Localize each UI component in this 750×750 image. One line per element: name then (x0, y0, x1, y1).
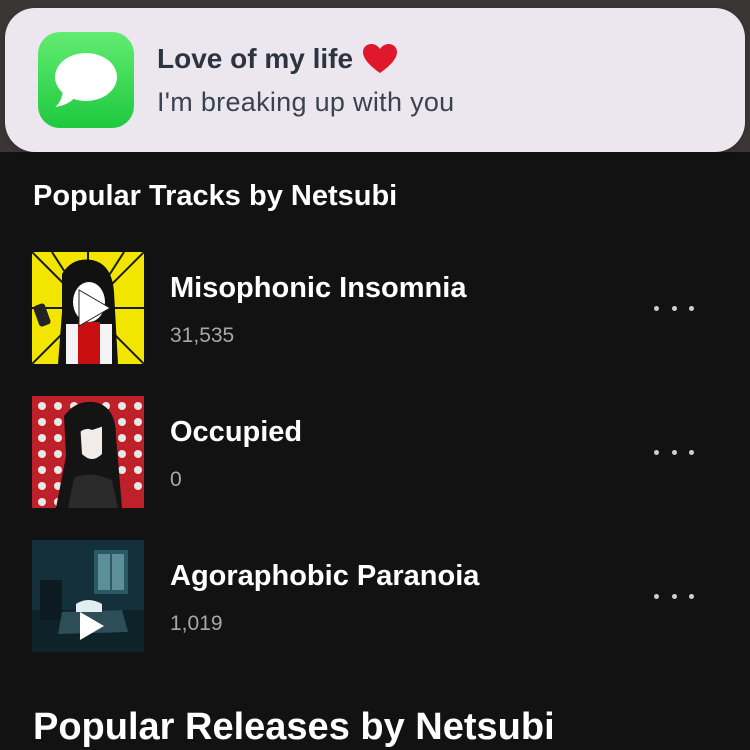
popular-tracks-list: Misophonic Insomnia 31,535 Occupied 0 Ag… (0, 252, 750, 684)
message-notification-banner[interactable]: Love of my life I'm breaking up with you (5, 8, 745, 152)
notification-sender: Love of my life (157, 42, 354, 74)
track-title[interactable]: Occupied (170, 416, 302, 449)
popular-releases-heading: Popular Releases by Netsubi (33, 706, 555, 748)
track-row[interactable]: Misophonic Insomnia 31,535 (0, 252, 750, 364)
track-row[interactable]: Occupied 0 (0, 396, 750, 508)
notification-message: I'm breaking up with you (157, 86, 455, 117)
more-options-icon[interactable] (648, 584, 700, 608)
track-title[interactable]: Misophonic Insomnia (170, 272, 466, 305)
more-options-icon[interactable] (648, 296, 700, 320)
track-title[interactable]: Agoraphobic Paranoia (170, 560, 479, 593)
track-cover-art[interactable] (32, 540, 144, 652)
track-cover-art[interactable] (32, 252, 144, 364)
more-options-icon[interactable] (648, 440, 700, 464)
track-cover-art[interactable] (32, 396, 144, 508)
popular-tracks-heading: Popular Tracks by Netsubi (33, 180, 398, 212)
track-play-count: 31,535 (170, 324, 235, 347)
messages-icon (38, 32, 134, 128)
notification-title: Love of my life (157, 43, 455, 75)
heart-icon (363, 43, 398, 74)
track-play-count: 1,019 (170, 612, 223, 635)
notification-text: Love of my life I'm breaking up with you (157, 43, 455, 118)
track-row[interactable]: Agoraphobic Paranoia 1,019 (0, 540, 750, 652)
track-play-count: 0 (170, 468, 182, 491)
